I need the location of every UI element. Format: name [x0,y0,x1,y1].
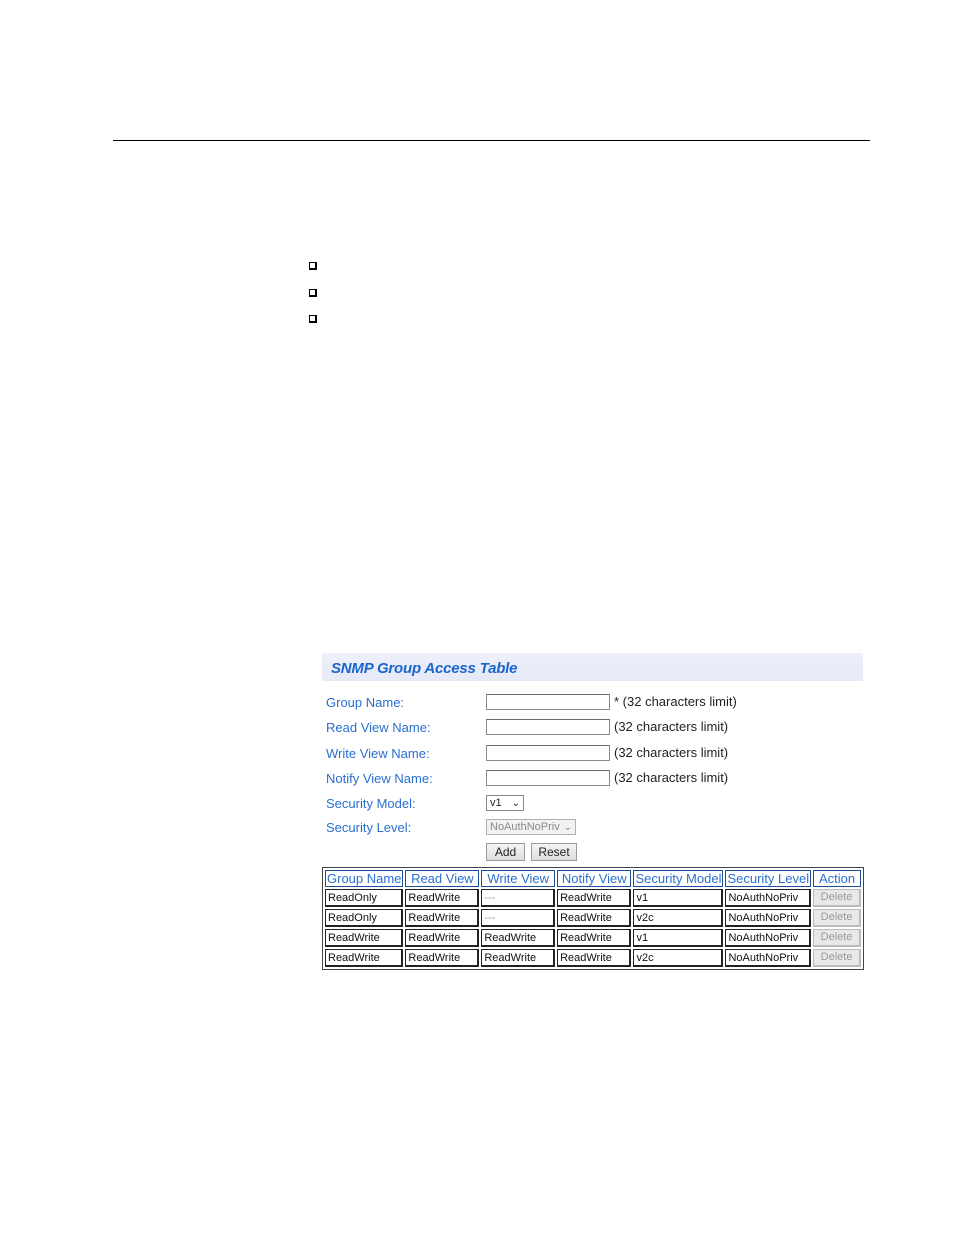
table-row: ReadWrite ReadWrite ReadWrite ReadWrite … [325,929,861,947]
read-view-input[interactable] [486,719,610,735]
panel-title: SNMP Group Access Table [331,660,518,677]
cell-write-view: ReadWrite [481,929,556,947]
write-view-label: Write View Name: [326,746,430,761]
notify-view-limit: (32 characters limit) [614,770,729,785]
panel-title-band: SNMP Group Access Table [322,653,863,681]
cell-read-view: ReadWrite [405,889,480,907]
column-header-security-model: Security Model [633,870,724,887]
cell-group-name: ReadOnly [325,889,404,907]
chevron-down-icon: ⌄ [563,822,572,833]
add-button[interactable]: Add [486,843,525,861]
cell-security-level: NoAuthNoPriv [725,909,812,927]
column-header-notify-view: Notify View [557,870,632,887]
security-level-select[interactable]: NoAuthNoPriv ⌄ [486,819,576,835]
table-row: ReadWrite ReadWrite ReadWrite ReadWrite … [325,949,861,967]
square-bullet-icon [309,315,317,323]
cell-notify-view: ReadWrite [557,929,632,947]
chevron-down-icon: ⌄ [511,798,520,809]
square-bullet-icon [309,289,317,297]
cell-write-view: --- [481,909,556,927]
security-model-select[interactable]: v1 ⌄ [486,795,524,811]
write-view-input[interactable] [486,745,610,761]
reset-button[interactable]: Reset [531,843,577,861]
cell-group-name: ReadWrite [325,949,404,967]
delete-button[interactable]: Delete [814,910,859,925]
table-row: ReadOnly ReadWrite --- ReadWrite v1 NoAu… [325,889,861,907]
cell-security-model: v2c [633,949,724,967]
cell-action: Delete [813,929,861,947]
group-name-input[interactable] [486,694,610,710]
header-rule [113,140,870,141]
column-header-read-view: Read View [405,870,480,887]
read-view-limit: (32 characters limit) [614,719,729,734]
cell-security-level: NoAuthNoPriv [725,889,812,907]
group-name-label: Group Name: [326,695,405,710]
table-header-row: Group Name Read View Write View Notify V… [325,870,861,887]
column-header-group-name: Group Name [325,870,404,887]
cell-action: Delete [813,949,861,967]
cell-notify-view: ReadWrite [557,889,632,907]
cell-notify-view: ReadWrite [557,949,632,967]
column-header-write-view: Write View [481,870,556,887]
column-header-security-level: Security Level [725,870,812,887]
read-view-label: Read View Name: [326,720,431,735]
cell-security-level: NoAuthNoPriv [725,929,812,947]
delete-button[interactable]: Delete [814,950,859,965]
cell-action: Delete [813,889,861,907]
cell-action: Delete [813,909,861,927]
security-level-label: Security Level: [326,820,412,835]
cell-read-view: ReadWrite [405,929,480,947]
security-model-label: Security Model: [326,796,416,811]
delete-button[interactable]: Delete [814,930,859,945]
group-name-limit: * (32 characters limit) [614,694,737,709]
security-model-value: v1 [490,797,502,809]
notify-view-input[interactable] [486,770,610,786]
write-view-limit: (32 characters limit) [614,745,729,760]
cell-read-view: ReadWrite [405,949,480,967]
cell-notify-view: ReadWrite [557,909,632,927]
delete-button[interactable]: Delete [814,890,859,905]
cell-write-view: ReadWrite [481,949,556,967]
cell-security-model: v1 [633,889,724,907]
cell-security-model: v2c [633,909,724,927]
cell-group-name: ReadWrite [325,929,404,947]
security-level-value: NoAuthNoPriv [490,821,560,833]
column-header-action: Action [813,870,861,887]
cell-group-name: ReadOnly [325,909,404,927]
square-bullet-icon [309,262,317,270]
cell-security-model: v1 [633,929,724,947]
cell-security-level: NoAuthNoPriv [725,949,812,967]
notify-view-label: Notify View Name: [326,771,433,786]
cell-read-view: ReadWrite [405,909,480,927]
cell-write-view: --- [481,889,556,907]
group-access-table: Group Name Read View Write View Notify V… [322,867,864,970]
table-row: ReadOnly ReadWrite --- ReadWrite v2c NoA… [325,909,861,927]
